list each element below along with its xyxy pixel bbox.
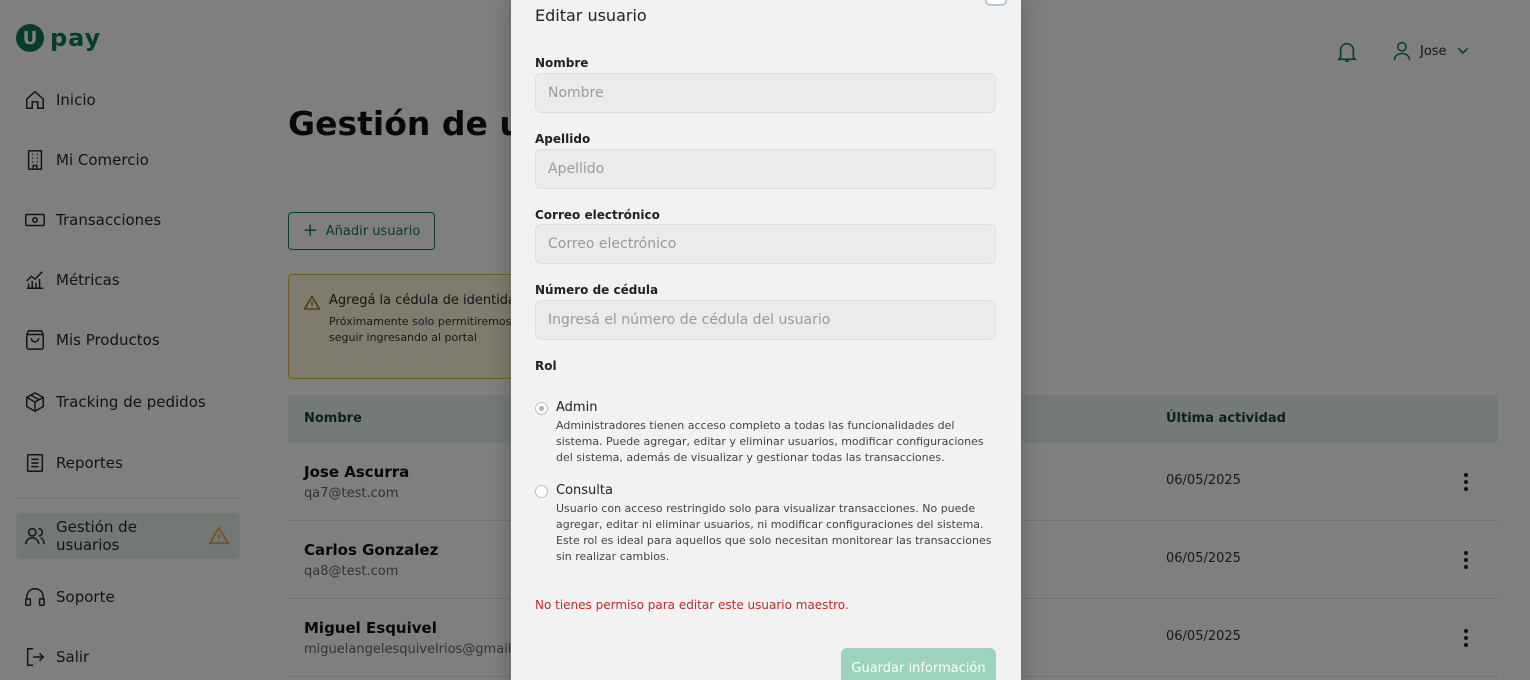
rol-label: Rol [535, 359, 557, 373]
save-button[interactable]: Guardar información [841, 648, 996, 680]
role-description: Administradores tienen acceso completo a… [556, 419, 984, 464]
role-title: Admin [556, 400, 598, 415]
role-description: Usuario con acceso restringido solo para… [556, 502, 992, 563]
nombre-label: Nombre [535, 56, 589, 70]
nombre-input[interactable] [535, 73, 996, 113]
apellido-input[interactable] [535, 149, 996, 189]
cedula-input[interactable] [535, 300, 996, 340]
radio-consulta[interactable] [535, 485, 548, 498]
apellido-label: Apellido [535, 132, 591, 146]
error-message: No tienes permiso para editar este usuar… [535, 598, 849, 612]
modal-title: Editar usuario [535, 6, 647, 25]
radio-admin[interactable] [535, 402, 548, 415]
edit-user-modal: Editar usuario Nombre Apellido Correo el… [511, 0, 1021, 680]
email-input[interactable] [535, 224, 996, 264]
cedula-label: Número de cédula [535, 283, 659, 297]
correo-label: Correo electrónico [535, 208, 660, 222]
role-title: Consulta [556, 483, 613, 498]
close-button[interactable] [985, 0, 1007, 6]
